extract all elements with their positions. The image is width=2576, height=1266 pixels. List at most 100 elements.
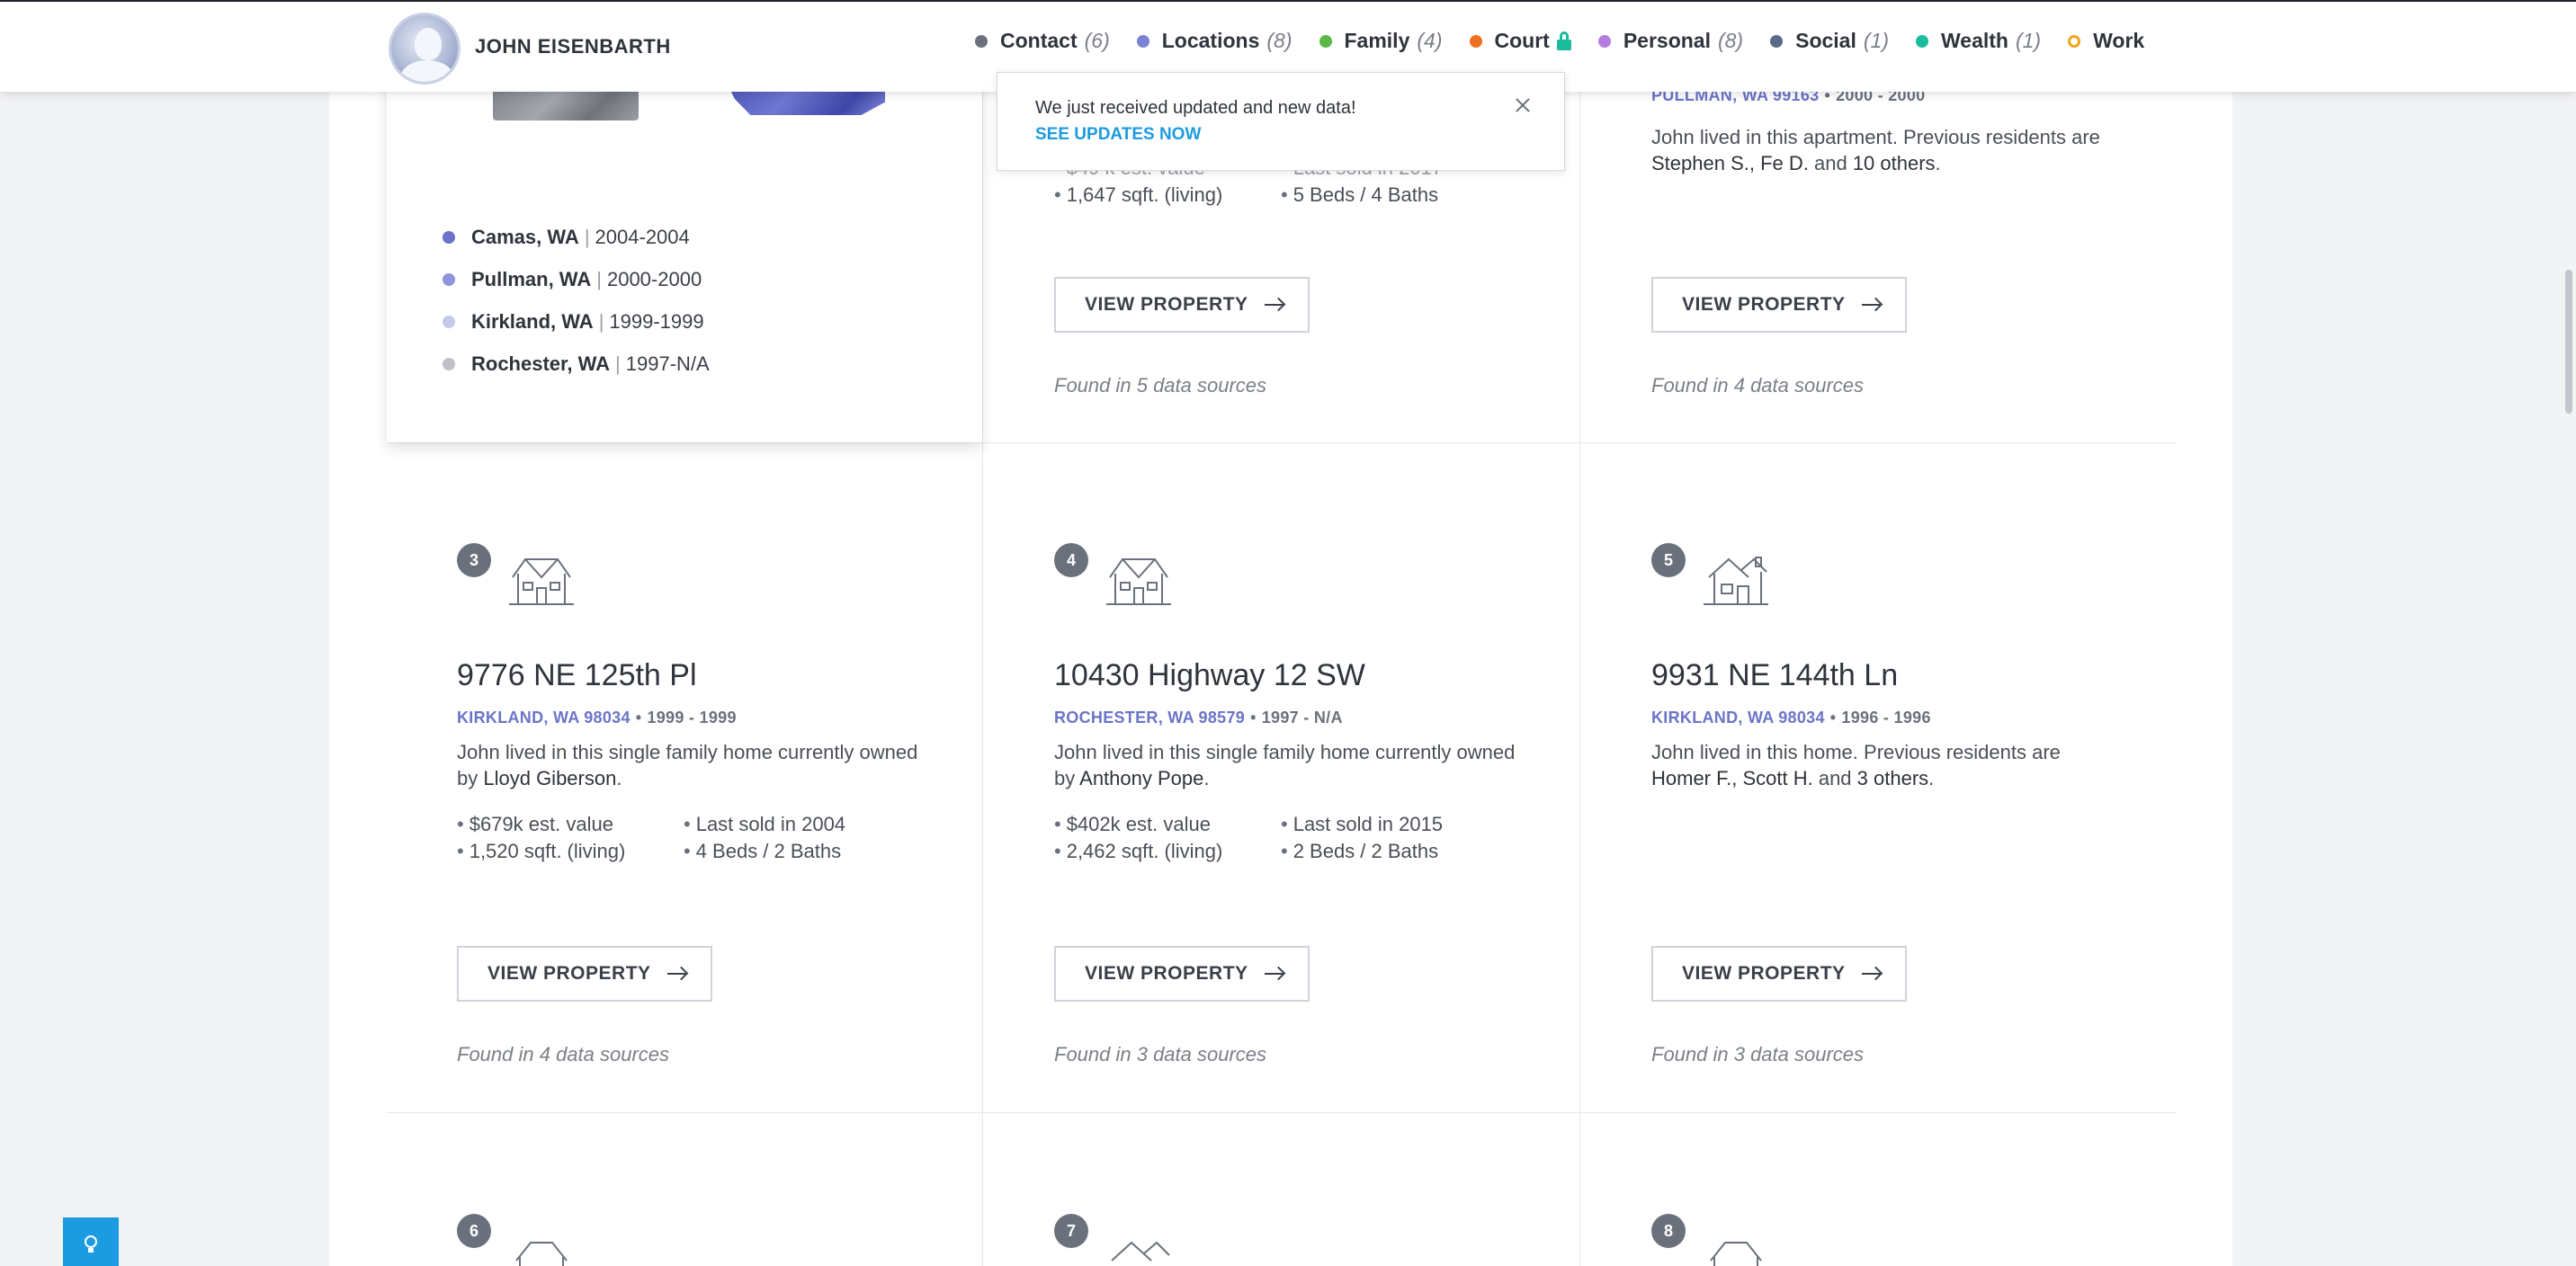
property-location: ROCHESTER, WA 98579 • 1997 - N/A — [1054, 709, 1343, 727]
section-nav: Contact (6) Locations (8) Family (4) Cou… — [975, 29, 2171, 53]
scrollbar[interactable] — [2565, 270, 2572, 414]
lock-icon — [1556, 31, 1571, 51]
nav-family[interactable]: Family (4) — [1319, 29, 1443, 53]
legend-years: 1999-1999 — [609, 309, 704, 333]
category-dot-icon — [1770, 34, 1784, 48]
legend-dot — [443, 272, 455, 286]
sqft: 1,647 sqft. (living) — [1054, 182, 1281, 209]
property-number-badge: 4 — [1054, 543, 1088, 577]
view-property-button[interactable]: VIEW PROPERTY — [1651, 277, 1907, 333]
house-icon — [1704, 557, 1768, 605]
category-dot-icon — [1597, 34, 1611, 48]
house-icon — [509, 558, 574, 605]
legend-item: Pullman, WA | 2000-2000 — [443, 258, 710, 300]
legend-city: Rochester, WA — [471, 352, 611, 375]
legend-item: Kirkland, WA | 1999-1999 — [443, 300, 710, 343]
legend-dot — [443, 315, 455, 328]
legend-years: 2004-2004 — [595, 225, 690, 248]
view-property-button[interactable]: VIEW PROPERTY — [1054, 946, 1310, 1002]
sqft: 2,462 sqft. (living) — [1054, 838, 1281, 865]
nav-social[interactable]: Social (1) — [1770, 29, 1889, 53]
map-legend: Camas, WA | 2004-2004 Pullman, WA | 2000… — [443, 216, 710, 385]
view-property-button[interactable]: VIEW PROPERTY — [1054, 277, 1310, 333]
help-button[interactable] — [63, 1217, 119, 1266]
property-address: 9776 NE 125th Pl — [457, 658, 697, 692]
category-dot-icon — [1916, 34, 1928, 48]
close-icon[interactable] — [1512, 94, 1534, 116]
property-description: John lived in this home. Previous reside… — [1651, 741, 2061, 789]
beds-baths: 4 Beds / 2 Baths — [684, 838, 910, 865]
beds-baths: 5 Beds / 4 Baths — [1281, 182, 1507, 209]
legend-years: 1997-N/A — [625, 352, 710, 375]
category-dot-icon — [1136, 34, 1149, 48]
legend-dot — [443, 230, 455, 244]
nav-locations[interactable]: Locations (8) — [1136, 29, 1292, 53]
last-sold: Last sold in 2004 — [684, 811, 910, 838]
person-name: JOHN EISENBARTH — [475, 35, 671, 58]
property-location: KIRKLAND, WA 98034 • 1999 - 1999 — [457, 709, 737, 727]
map-region-shape — [493, 88, 639, 120]
legend-item: Rochester, WA | 1997-N/A — [443, 343, 710, 385]
data-sources-text: Found in 3 data sources — [1651, 1043, 1865, 1065]
nav-work[interactable]: Work — [2068, 29, 2144, 53]
property-number-badge: 6 — [457, 1214, 491, 1248]
property-location: KIRKLAND, WA 98034 • 1996 - 1996 — [1651, 709, 1931, 727]
property-stats: $679k est. value Last sold in 2004 1,520… — [457, 811, 925, 865]
nav-contact[interactable]: Contact (6) — [975, 29, 1110, 53]
category-dot-icon — [2068, 34, 2081, 48]
property-address: 10430 Highway 12 SW — [1054, 658, 1365, 692]
property-number-badge: 7 — [1054, 1214, 1088, 1248]
see-updates-link[interactable]: SEE UPDATES NOW — [1035, 125, 1201, 145]
property-stats: $402k est. value Last sold in 2015 2,462… — [1054, 811, 1522, 865]
property-card: 7 — [1054, 1214, 1594, 1266]
property-card: 5 9931 NE 144th Ln KIRKLAND, WA 98034 • 19… — [1651, 543, 2191, 1083]
house-icon — [1106, 558, 1171, 605]
property-description: John lived in this single family home cu… — [457, 741, 918, 789]
data-sources-text: Found in 4 data sources — [1651, 374, 1865, 397]
property-number-badge: 3 — [457, 543, 491, 577]
data-sources-text: Found in 4 data sources — [457, 1043, 670, 1065]
arrow-right-icon — [1861, 297, 1883, 312]
row-divider — [387, 1112, 2177, 1113]
sqft: 1,520 sqft. (living) — [457, 838, 684, 865]
property-card: 6 — [457, 1214, 997, 1266]
est-value: $402k est. value — [1054, 811, 1281, 838]
property-card: 3 9776 NE 125th Pl KIRKLAND, WA 98034 • 19… — [457, 543, 997, 1083]
house-icon — [1710, 1242, 1762, 1266]
property-description: John lived in this apartment. Previous r… — [1651, 126, 2100, 174]
data-sources-text: Found in 3 data sources — [1054, 1043, 1267, 1065]
data-sources-text: Found in 5 data sources — [1054, 374, 1267, 397]
beds-baths: 2 Beds / 2 Baths — [1281, 838, 1507, 865]
category-dot-icon — [975, 34, 988, 48]
row-divider — [387, 442, 2177, 443]
arrow-right-icon — [1264, 297, 1285, 312]
property-description: John lived in this single family home cu… — [1054, 741, 1516, 789]
legend-city: Camas, WA — [471, 225, 579, 248]
legend-dot — [443, 357, 455, 370]
arrow-right-icon — [1264, 966, 1285, 981]
property-card: 4 10430 Highway 12 SW ROCHESTER, WA 9857… — [1054, 543, 1594, 1083]
est-value: $679k est. value — [457, 811, 684, 838]
last-sold: Last sold in 2015 — [1281, 811, 1507, 838]
property-address: 9931 NE 144th Ln — [1651, 658, 1899, 692]
property-number-badge: 5 — [1651, 543, 1686, 577]
notification-message: We just received updated and new data! — [1035, 98, 1356, 118]
view-property-button[interactable]: VIEW PROPERTY — [457, 946, 712, 1002]
arrow-right-icon — [1861, 966, 1883, 981]
house-icon — [515, 1242, 568, 1266]
legend-item: Camas, WA | 2004-2004 — [443, 216, 710, 258]
arrow-right-icon — [666, 966, 688, 981]
property-number-badge: 8 — [1651, 1214, 1686, 1248]
update-notification: We just received updated and new data! S… — [997, 72, 1565, 171]
legend-years: 2000-2000 — [606, 267, 702, 290]
category-dot-icon — [1319, 34, 1332, 48]
category-dot-icon — [1469, 34, 1482, 48]
view-property-button[interactable]: VIEW PROPERTY — [1651, 946, 1907, 1002]
nav-wealth[interactable]: Wealth (1) — [1916, 29, 2041, 53]
nav-court[interactable]: Court — [1469, 29, 1571, 53]
avatar — [389, 13, 461, 85]
house-icon — [1111, 1241, 1170, 1262]
nav-personal[interactable]: Personal (8) — [1597, 29, 1743, 53]
property-card: 8 — [1651, 1214, 2191, 1266]
lightbulb-icon — [85, 1235, 97, 1253]
